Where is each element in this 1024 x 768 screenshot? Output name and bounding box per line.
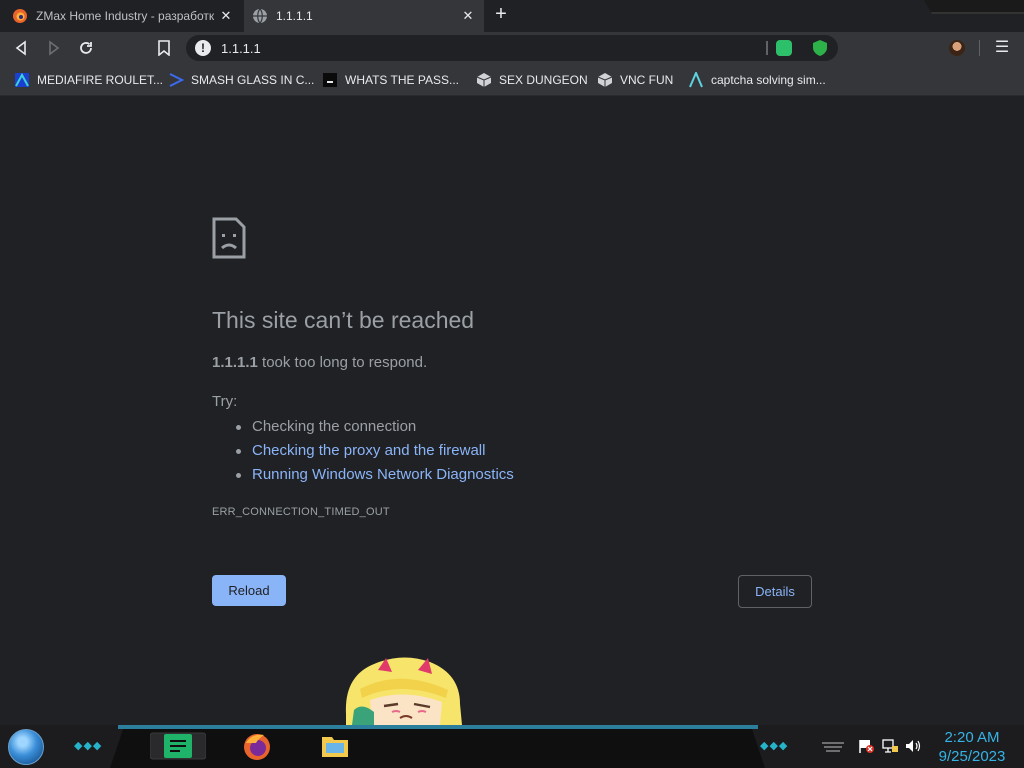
bookmark-label: VNC FUN	[620, 73, 674, 87]
shield-icon[interactable]	[812, 39, 828, 57]
stacked-lines-icon	[822, 742, 844, 752]
file-explorer-icon[interactable]	[320, 731, 350, 761]
tab-strip: ZMax Home Industry - разработк ✕ 1.1.1.1…	[0, 0, 1024, 32]
chevrons-icon: ◆◆◆	[74, 740, 103, 752]
mediafire-icon	[15, 72, 29, 87]
bookmark-icon	[158, 40, 170, 56]
bookmark-label: captcha solving sim...	[711, 73, 826, 87]
back-arrow-icon	[15, 40, 26, 56]
globe-icon	[253, 8, 267, 24]
sad-page-icon	[212, 217, 246, 259]
chat-extension-icon[interactable]	[776, 40, 792, 56]
bookmark-label: SMASH GLASS IN C...	[191, 73, 315, 87]
toolbar: ! 1.1.1.1 ☰	[0, 32, 1024, 64]
bookmark-sex-dungeon[interactable]: SEX DUNGEON	[476, 71, 588, 89]
error-code: ERR_CONNECTION_TIMED_OUT	[212, 506, 390, 518]
bookmark-mediafire[interactable]: MEDIAFIRE ROULET...	[14, 71, 163, 89]
tab-zmax[interactable]: ZMax Home Industry - разработк ✕	[4, 0, 242, 32]
screen: ZMax Home Industry - разработк ✕ 1.1.1.1…	[0, 0, 1024, 768]
not-secure-info-icon[interactable]: !	[195, 40, 211, 56]
error-title: This site can’t be reached	[212, 307, 475, 333]
toolbar-divider	[979, 40, 980, 56]
tab-title: 1.1.1.1	[276, 9, 313, 23]
system-clock[interactable]: 2:20 AM 9/25/2023	[926, 729, 1018, 765]
window-frame-decoration	[924, 0, 1024, 14]
chevrons-icon: ◆◆◆	[760, 740, 789, 752]
bookmark-label: SEX DUNGEON	[499, 73, 588, 87]
bookmark-label: WHATS THE PASS...	[345, 73, 460, 87]
address-bar[interactable]: ! 1.1.1.1	[186, 35, 838, 61]
cartoon-character-sticker	[345, 657, 462, 725]
forward-button[interactable]	[42, 36, 66, 60]
taskbar: ◆◆◆ ◆◆◆ 2:20 AM 9/25/2023	[0, 725, 1024, 768]
error-message: 1.1.1.1 took too long to respond.	[212, 354, 427, 371]
tab-title: ZMax Home Industry - разработк	[36, 9, 215, 23]
start-orb-button[interactable]	[8, 729, 44, 765]
try-label: Try:	[212, 393, 238, 410]
messenger-app-icon[interactable]	[150, 731, 206, 761]
reload-button[interactable]	[74, 36, 98, 60]
bracket-icon	[169, 73, 184, 87]
reload-icon	[80, 42, 92, 54]
bookmark-button[interactable]	[152, 36, 176, 60]
suggestion-proxy-firewall-link[interactable]: Checking the proxy and the firewall	[232, 439, 514, 463]
menu-icon[interactable]: ☰	[990, 36, 1014, 60]
suggestion-network-diagnostics-link[interactable]: Running Windows Network Diagnostics	[232, 463, 514, 487]
bookmark-smash-glass[interactable]: SMASH GLASS IN C...	[168, 71, 314, 89]
dark-square-icon	[323, 73, 337, 87]
back-button[interactable]	[9, 36, 33, 60]
clock-date: 9/25/2023	[938, 748, 1006, 765]
suggestion-list: Checking the connection Checking the pro…	[232, 415, 514, 487]
firefox-icon[interactable]	[242, 731, 272, 761]
bookmark-label: MEDIAFIRE ROULET...	[37, 73, 164, 87]
network-icon[interactable]	[881, 738, 899, 754]
cube-icon	[597, 73, 613, 87]
clock-time: 2:20 AM	[944, 729, 1000, 746]
error-host: 1.1.1.1	[212, 354, 258, 371]
profile-avatar[interactable]	[949, 40, 965, 56]
taskbar-glow-strip	[118, 725, 758, 729]
reload-page-button[interactable]: Reload	[212, 575, 286, 606]
error-message-text: took too long to respond.	[257, 354, 428, 371]
bookmark-captcha-solving[interactable]: captcha solving sim...	[688, 71, 826, 89]
bookmark-whats-the-pass[interactable]: WHATS THE PASS...	[322, 71, 459, 89]
tab-close-icon[interactable]: ✕	[218, 8, 234, 24]
url-text[interactable]: 1.1.1.1	[221, 41, 261, 56]
lambda-icon	[689, 72, 703, 88]
suggestion-checking-connection: Checking the connection	[232, 415, 514, 439]
bookmarks-bar: MEDIAFIRE ROULET... SMASH GLASS IN C... …	[0, 64, 1024, 96]
taskbar-band	[110, 729, 765, 768]
error-page: This site can’t be reached 1.1.1.1 took …	[0, 97, 1024, 725]
tab-1111[interactable]: 1.1.1.1 ✕	[244, 0, 484, 32]
new-tab-button[interactable]: +	[490, 4, 512, 26]
browser-favicon-icon	[13, 9, 27, 23]
bookmark-vnc-fun[interactable]: VNC FUN	[597, 71, 673, 89]
cube-icon	[476, 73, 492, 87]
forward-arrow-icon	[49, 40, 60, 56]
omnibox-separator	[766, 41, 768, 55]
tab-close-icon[interactable]: ✕	[460, 8, 476, 24]
action-center-flag-icon[interactable]	[858, 738, 874, 754]
volume-icon[interactable]	[904, 738, 922, 754]
details-button[interactable]: Details	[738, 575, 812, 608]
